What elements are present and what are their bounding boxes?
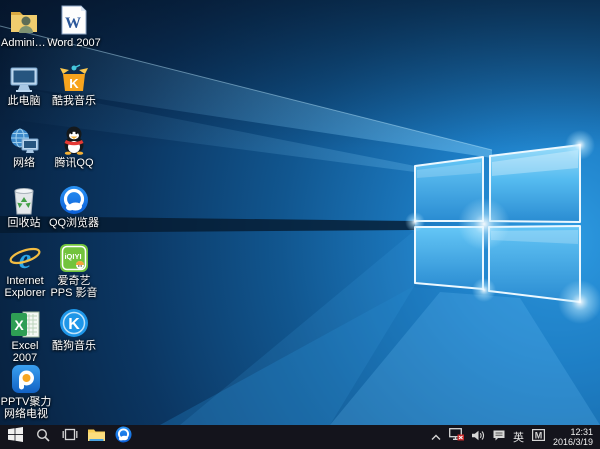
kugou-music-icon: K bbox=[59, 306, 89, 338]
icon-label: 酷狗音乐 bbox=[52, 340, 96, 352]
svg-text:K: K bbox=[69, 76, 79, 91]
excel-icon: X bbox=[10, 306, 40, 338]
internet-explorer-icon: e bbox=[9, 241, 41, 273]
search-icon bbox=[36, 428, 50, 447]
desktop-icon-kugou-music[interactable]: K 酷狗音乐 bbox=[47, 306, 101, 352]
task-view-icon bbox=[62, 428, 78, 446]
svg-text:M: M bbox=[535, 431, 543, 441]
kuwo-music-icon: K bbox=[59, 61, 89, 93]
this-pc-icon bbox=[9, 61, 39, 93]
icon-label: 回收站 bbox=[8, 217, 41, 229]
desktop-icon-word-2007[interactable]: W Word 2007 bbox=[47, 3, 101, 49]
tray-ime-language-button[interactable]: 英 bbox=[509, 429, 528, 445]
icon-label: Excel 2007 bbox=[0, 340, 50, 364]
task-view-button[interactable] bbox=[56, 425, 83, 449]
windows-desktop-screen: Administra... W Word 2007 bbox=[0, 0, 600, 449]
ime-mode-icon: M bbox=[532, 428, 545, 446]
icon-label: Internet Explorer bbox=[0, 275, 50, 299]
icon-label: QQ浏览器 bbox=[49, 217, 99, 229]
tray-chevron-up-button[interactable] bbox=[427, 425, 445, 449]
desktop-icon-qq-browser[interactable]: QQ浏览器 bbox=[47, 183, 101, 229]
desktop-icon-pptv[interactable]: PPTV聚力 网络电视 bbox=[0, 362, 52, 420]
search-button[interactable] bbox=[29, 425, 56, 449]
tray-volume-button[interactable] bbox=[468, 425, 489, 449]
taskbar: 英 M 12:31 2016/3/19 bbox=[0, 425, 600, 449]
tray-network-button[interactable] bbox=[445, 425, 468, 449]
icon-label: 爱奇艺PPS 影音 bbox=[47, 275, 101, 299]
clock-time: 12:31 bbox=[553, 427, 593, 437]
speech-bubble-icon bbox=[493, 428, 505, 446]
qq-browser-taskbar-button[interactable] bbox=[110, 425, 137, 449]
desktop-icon-internet-explorer[interactable]: e Internet Explorer bbox=[0, 241, 50, 299]
tencent-qq-icon bbox=[61, 123, 87, 155]
icon-label: 酷我音乐 bbox=[52, 95, 96, 107]
icon-label: 腾讯QQ bbox=[54, 157, 93, 169]
icon-label: PPTV聚力 网络电视 bbox=[0, 396, 52, 420]
system-tray: 英 M 12:31 2016/3/19 bbox=[427, 425, 600, 449]
icon-label: Word 2007 bbox=[47, 37, 101, 49]
windows-logo-icon bbox=[8, 427, 23, 447]
network-disconnected-icon bbox=[449, 428, 464, 446]
tray-ime-mode-button[interactable]: M bbox=[528, 425, 549, 449]
desktop-icon-excel-2007[interactable]: X Excel 2007 bbox=[0, 306, 50, 364]
iqiyi-pps-icon: iQIYI bbox=[59, 241, 89, 273]
desktop-icon-this-pc[interactable]: 此电脑 bbox=[0, 61, 48, 107]
taskbar-clock[interactable]: 12:31 2016/3/19 bbox=[549, 427, 600, 447]
svg-text:K: K bbox=[68, 316, 80, 333]
svg-text:iQIYI: iQIYI bbox=[64, 252, 81, 261]
svg-text:X: X bbox=[14, 317, 24, 333]
pptv-icon bbox=[11, 362, 41, 394]
administrator-folder-icon bbox=[9, 3, 39, 35]
desktop-icon-recycle-bin[interactable]: 回收站 bbox=[0, 183, 48, 229]
desktop-icon-administrator[interactable]: Administra... bbox=[0, 3, 48, 49]
word-icon: W bbox=[61, 3, 87, 35]
start-button[interactable] bbox=[2, 425, 29, 449]
taskbar-buttons bbox=[0, 425, 137, 449]
qq-browser-icon bbox=[115, 426, 132, 448]
desktop-icon-tencent-qq[interactable]: 腾讯QQ bbox=[47, 123, 101, 169]
desktop-icon-iqiyi-pps[interactable]: iQIYI 爱奇艺PPS 影音 bbox=[47, 241, 101, 299]
icon-label: Administra... bbox=[1, 37, 47, 49]
desktop-surface[interactable]: Administra... W Word 2007 bbox=[0, 0, 600, 425]
speaker-icon bbox=[472, 428, 485, 446]
recycle-bin-icon bbox=[12, 183, 36, 215]
icon-label: 网络 bbox=[13, 157, 35, 169]
qq-browser-icon bbox=[59, 183, 89, 215]
network-icon bbox=[9, 123, 39, 155]
clock-date: 2016/3/19 bbox=[553, 437, 593, 447]
desktop-icon-kuwo-music[interactable]: K 酷我音乐 bbox=[47, 61, 101, 107]
tray-ime-status-button[interactable] bbox=[489, 425, 509, 449]
chevron-up-icon bbox=[431, 428, 441, 446]
icon-label: 此电脑 bbox=[8, 95, 41, 107]
svg-text:W: W bbox=[65, 15, 81, 32]
file-explorer-button[interactable] bbox=[83, 425, 110, 449]
folder-icon bbox=[88, 428, 105, 447]
desktop-icon-network[interactable]: 网络 bbox=[0, 123, 48, 169]
